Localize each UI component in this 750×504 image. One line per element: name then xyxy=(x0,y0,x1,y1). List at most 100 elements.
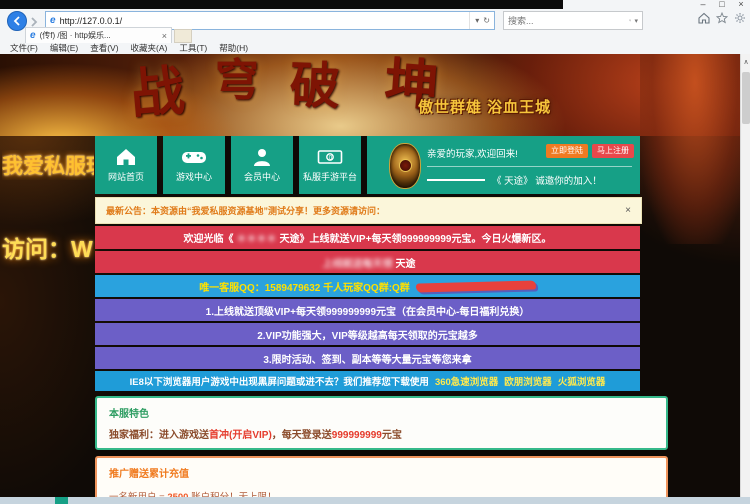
menu-help[interactable]: 帮助(H) xyxy=(214,42,253,54)
lion-logo xyxy=(389,143,421,189)
menu-edit[interactable]: 编辑(E) xyxy=(45,42,83,54)
hero-calligraphy-char: 战 xyxy=(127,57,188,127)
browser-download-link[interactable]: 火狐浏览器 xyxy=(558,374,606,388)
menu-view[interactable]: 查看(V) xyxy=(85,42,123,54)
browser-chrome: – □ × e ▾ ↻ ▾ xyxy=(0,0,750,55)
scribble-redaction xyxy=(415,279,536,293)
welcome-red-banner: 欢迎光临《 ＊＊＊＊ 天途》上线就送VIP+每天领999999999元宝。今日火… xyxy=(95,226,640,249)
close-window-button[interactable]: × xyxy=(733,0,749,9)
redacted-game-name: ＊＊＊＊ xyxy=(236,234,277,245)
tab-close-icon[interactable]: × xyxy=(158,31,171,41)
watermark-url-text: 访问：W xyxy=(2,236,93,262)
divider xyxy=(427,166,632,167)
back-arrow-icon xyxy=(13,16,20,26)
qq-contact-banner: 唯一客服QQ：1589479632 千人玩家QQ群:Q群 xyxy=(95,275,640,297)
close-notice-icon[interactable]: × xyxy=(625,205,641,216)
browser-download-link[interactable]: 欧朋浏览器 xyxy=(504,374,552,388)
scrollbar-thumb[interactable] xyxy=(742,72,750,124)
favorites-star-icon[interactable] xyxy=(716,11,728,24)
titlebar-shade xyxy=(0,0,563,9)
nav-label: 私服手游平台 xyxy=(302,172,357,182)
tab-title: (传f) /图 · http娱乐... xyxy=(39,31,111,40)
maximize-button[interactable]: □ xyxy=(714,0,730,9)
bottom-strip xyxy=(0,497,750,504)
menu-favorites[interactable]: 收藏夹(A) xyxy=(126,42,173,54)
hero-calligraphy-char: 穹 xyxy=(215,55,259,106)
forward-arrow-icon xyxy=(31,17,38,27)
banknote-icon: 0 xyxy=(317,150,343,164)
feature-line: 独家福利：进入游戏送首冲(开启VIP)，每天登录送999999999元宝 xyxy=(109,426,654,441)
login-button[interactable]: 立即登陆 xyxy=(546,144,588,158)
minimize-button[interactable]: – xyxy=(695,0,711,9)
nav-member-center[interactable]: 会员中心 xyxy=(231,136,293,194)
info-banner-1: 1.上线就送顶级VIP+每天领999999999元宝（在会员中心-每日福利兑换） xyxy=(95,299,640,321)
browser-recommend-banner: IE8以下浏览器用户游戏中出现黑屏问题或进不去？我们推荐您下载使用 360急速浏… xyxy=(95,371,640,391)
nav-label: 会员中心 xyxy=(243,172,280,182)
feature-highlight: 999999999 xyxy=(331,430,382,441)
banner-text: 1.上线就送顶级VIP+每天领999999999元宝（在会员中心-每日福利兑换） xyxy=(205,306,530,318)
feature-text: 元宝 xyxy=(381,430,402,441)
watermark-text: 我爱私服玩 xyxy=(2,155,94,178)
server-feature-box: 本服特色 独家福利：进入游戏送首冲(开启VIP)，每天登录送999999999元… xyxy=(95,396,668,450)
feature-title: 本服特色 xyxy=(109,409,149,420)
banner-text: IE8以下浏览器用户游戏中出现黑屏问题或进不去？我们推荐您下载使用 xyxy=(129,377,429,388)
join-text: 《 天途》 诚邀你的加入！ xyxy=(492,176,602,187)
page-favicon: e xyxy=(50,15,56,26)
announcement-text: 最新公告：本资源由“我爱私服资源基地”测试分享！更多资源请访问： xyxy=(106,206,386,216)
browser-action-icons xyxy=(698,11,750,24)
nav-home[interactable]: 网站首页 xyxy=(95,136,157,194)
hero-subtitle: 傲世群雄 浴血王城 xyxy=(418,99,552,116)
search-icon[interactable] xyxy=(629,16,632,25)
settings-gear-icon[interactable] xyxy=(734,12,746,24)
banner-text: 2.VIP功能强大，VIP等级越高每天领取的元宝越多 xyxy=(257,330,478,342)
search-dropdown-icon[interactable]: ▾ xyxy=(634,17,642,25)
banner-text: 欢迎光临《 xyxy=(183,234,234,245)
search-input[interactable] xyxy=(504,15,629,26)
announcement-bar: 最新公告：本资源由“我爱私服资源基地”测试分享！更多资源请访问： × xyxy=(95,197,642,224)
browser-tab[interactable]: e (传f) /图 · http娱乐... × xyxy=(25,27,172,43)
home-icon xyxy=(117,149,135,165)
info-banner-2: 2.VIP功能强大，VIP等级越高每天领取的元宝越多 xyxy=(95,323,640,345)
join-row: 《 天途》 诚邀你的加入！ xyxy=(427,173,602,187)
info-banner-3: 3.限时活动、签到、副本等等大量元宝等您来拿 xyxy=(95,347,640,369)
menu-file[interactable]: 文件(F) xyxy=(5,42,43,54)
account-panel: 亲爱的玩家,欢迎回来! 立即登陆 马上注册 《 天途》 诚邀你的加入！ xyxy=(367,136,640,194)
hero-calligraphy-char: 破 xyxy=(288,55,341,116)
feature-highlight: 首冲(开启VIP) xyxy=(209,430,272,441)
tab-favicon: e xyxy=(30,30,36,41)
register-button[interactable]: 马上注册 xyxy=(592,144,634,158)
nav-label: 网站首页 xyxy=(107,172,144,182)
welcome-text: 亲爱的玩家,欢迎回来! xyxy=(427,149,518,160)
promo-title: 推广赠送累计充值 xyxy=(109,469,189,480)
banner-text: 天途》上线就送VIP+每天领999999999元宝。今日火爆新区。 xyxy=(279,234,552,245)
redacted-banner-text: 上线就送每天领 xyxy=(322,258,393,270)
refresh-icon[interactable]: ↻ xyxy=(483,16,490,25)
main-nav: 网站首页 游戏中心 会员中心 0 私服手游平台 亲爱的玩家,欢迎回来! 立即登陆… xyxy=(95,136,640,194)
user-icon xyxy=(254,149,270,166)
url-input[interactable] xyxy=(59,14,470,27)
menu-tools[interactable]: 工具(T) xyxy=(174,42,212,54)
tab-row: e (传f) /图 · http娱乐... × xyxy=(0,27,750,43)
url-dropdown-icon[interactable]: ▾ xyxy=(475,16,479,25)
banner-text: 天途 xyxy=(395,258,416,270)
feature-text: 独家福利：进入游戏送 xyxy=(109,430,209,441)
gamepad-icon xyxy=(182,152,206,163)
svg-text:0: 0 xyxy=(329,154,333,161)
browser-download-link[interactable]: 360急速浏览器 xyxy=(435,374,498,388)
nav-label: 游戏中心 xyxy=(175,172,212,182)
scroll-up-arrow[interactable]: ∧ xyxy=(741,58,750,66)
bottom-teal-fragment xyxy=(55,497,68,504)
qq-text: 唯一客服QQ：1589479632 千人玩家QQ群:Q群 xyxy=(199,282,410,294)
feature-text: ，每天登录送 xyxy=(271,430,332,441)
home-icon[interactable] xyxy=(698,12,710,24)
second-red-banner: 上线就送每天领 天途 xyxy=(95,251,640,273)
nav-platform[interactable]: 0 私服手游平台 xyxy=(299,136,361,194)
page-scrollbar[interactable]: ∧ xyxy=(740,54,750,504)
nav-game-center[interactable]: 游戏中心 xyxy=(163,136,225,194)
redacted-text-bar xyxy=(427,179,485,181)
new-tab-button[interactable] xyxy=(174,29,192,43)
banner-text: 3.限时活动、签到、副本等等大量元宝等您来拿 xyxy=(263,354,472,366)
browser-window: – □ × e ▾ ↻ ▾ xyxy=(0,0,750,504)
menu-bar: 文件(F) 编辑(E) 查看(V) 收藏夹(A) 工具(T) 帮助(H) xyxy=(0,42,253,54)
forward-button[interactable] xyxy=(29,14,41,27)
